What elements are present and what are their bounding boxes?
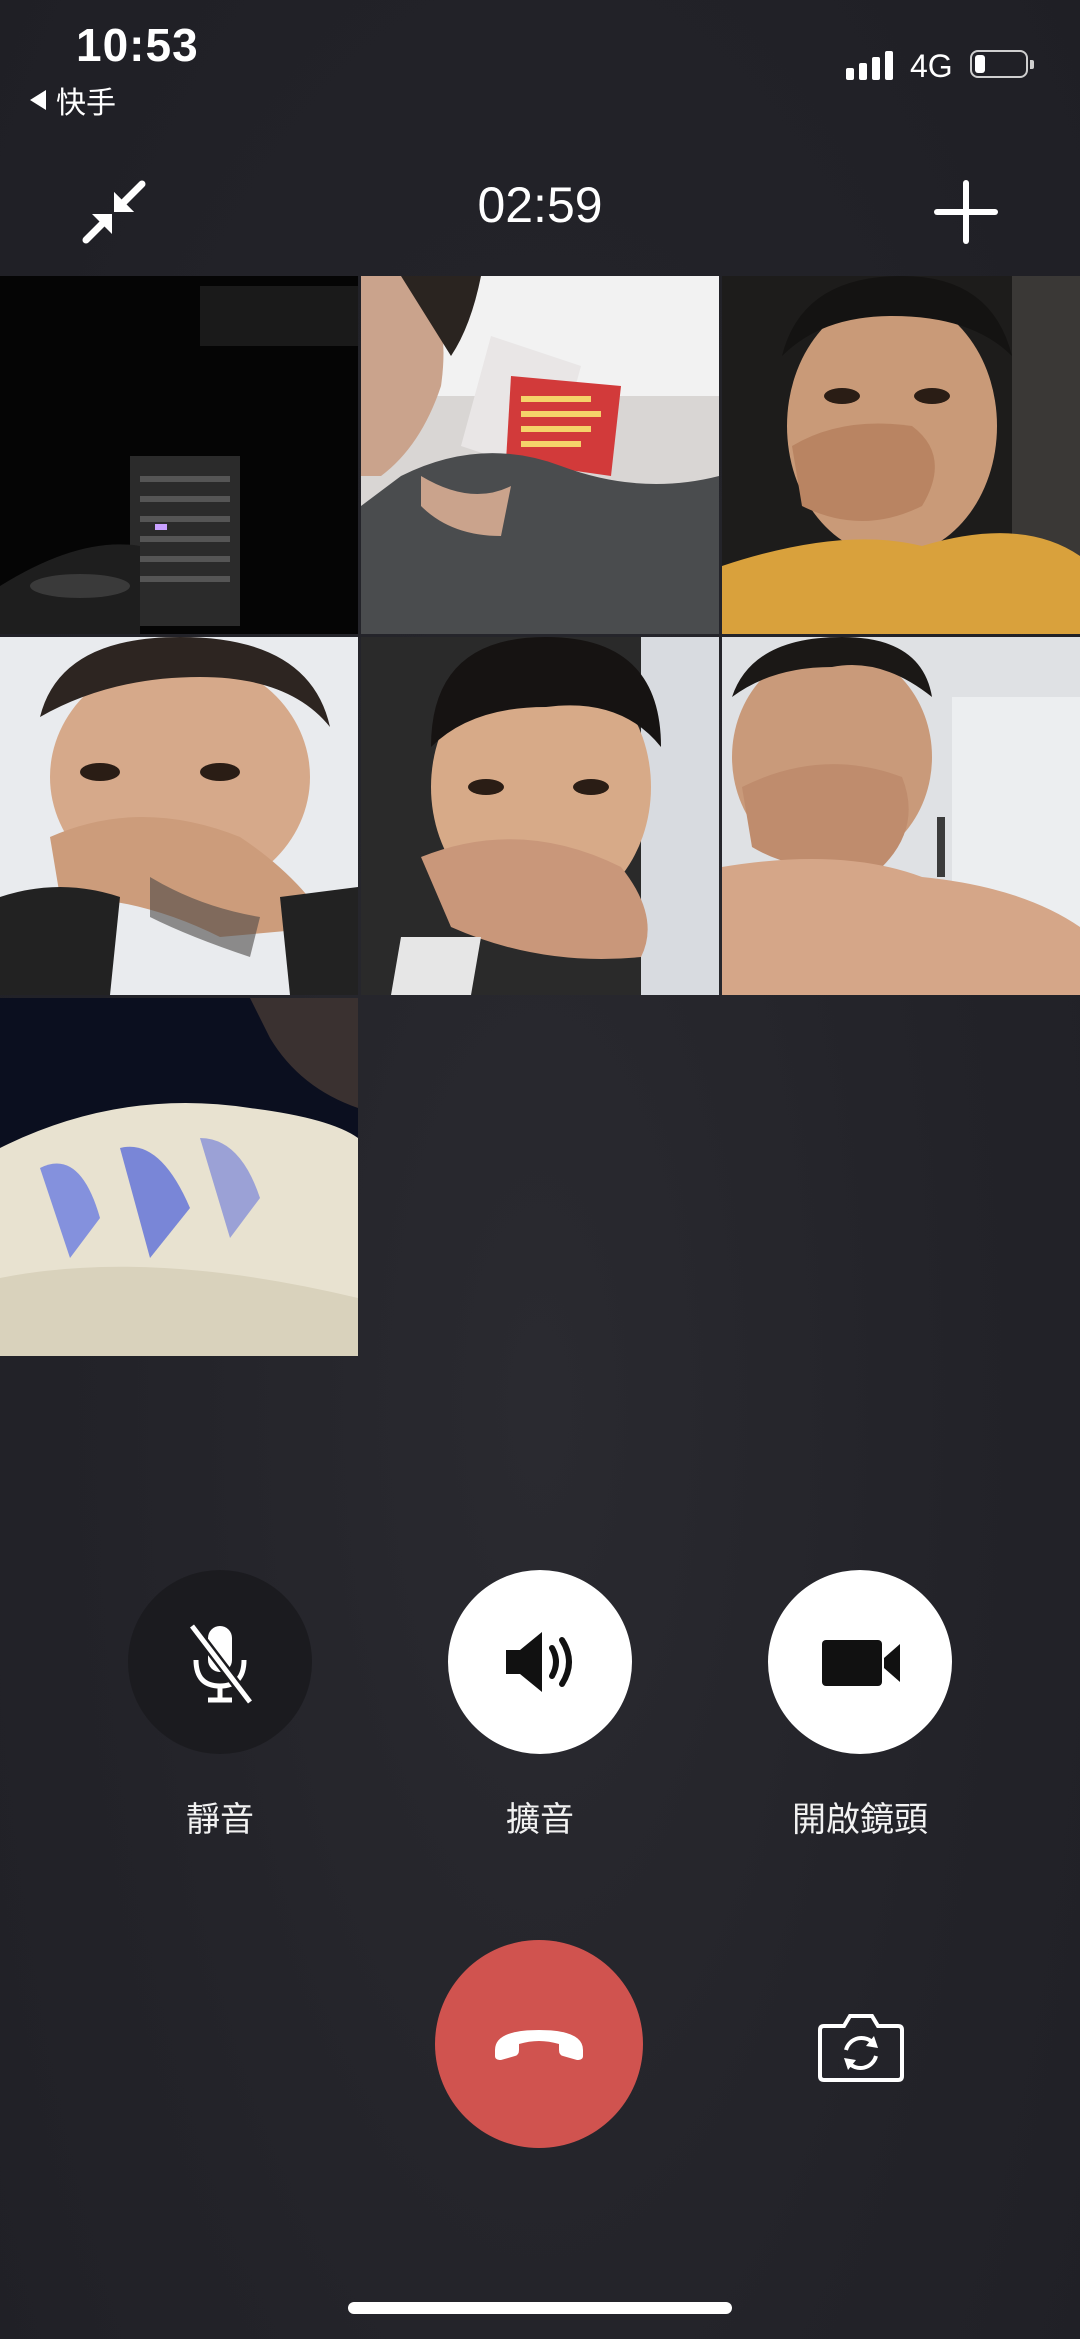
participant-video-7[interactable] xyxy=(0,998,358,1356)
participant-video-6[interactable] xyxy=(722,637,1080,995)
video-grid xyxy=(0,276,1080,1358)
participant-video-3[interactable] xyxy=(722,276,1080,634)
end-call-button[interactable] xyxy=(435,1940,643,2148)
flip-camera-button[interactable] xyxy=(818,2010,904,2082)
back-to-app-link[interactable]: 快手 xyxy=(30,78,116,122)
flip-camera-icon xyxy=(818,2014,904,2082)
participant-video-1[interactable] xyxy=(0,276,358,634)
network-type: 4G xyxy=(910,48,953,84)
cellular-signal-icon xyxy=(846,50,893,80)
speaker-button[interactable] xyxy=(448,1570,632,1754)
home-indicator[interactable] xyxy=(348,2302,732,2314)
participant-video-4[interactable] xyxy=(0,637,358,995)
participant-video-5[interactable] xyxy=(361,637,719,995)
hang-up-icon xyxy=(495,2030,583,2060)
camera-toggle-button[interactable] xyxy=(768,1570,952,1754)
back-triangle-icon xyxy=(30,90,46,110)
mute-label: 靜音 xyxy=(186,1801,254,1839)
video-camera-icon xyxy=(822,1640,900,1686)
back-app-label: 快手 xyxy=(56,87,116,120)
participant-video-2[interactable] xyxy=(361,276,719,634)
mic-off-icon xyxy=(188,1622,254,1706)
status-bar: 10:53 快手 4G xyxy=(0,0,1080,130)
battery-icon xyxy=(970,50,1034,78)
battery-level xyxy=(975,55,985,73)
call-timer: 02:59 xyxy=(477,177,603,233)
mute-control: 靜音 xyxy=(127,1570,313,1841)
speaker-control: 擴音 xyxy=(447,1570,633,1841)
camera-label: 開啟鏡頭 xyxy=(792,1801,928,1839)
add-participant-button[interactable] xyxy=(924,170,1008,254)
camera-control: 開啟鏡頭 xyxy=(767,1570,953,1841)
status-time: 10:53 xyxy=(76,19,199,71)
mute-button[interactable] xyxy=(128,1570,312,1754)
speaker-label: 擴音 xyxy=(506,1801,574,1839)
call-header: 02:59 xyxy=(0,150,1080,270)
speaker-icon xyxy=(506,1632,572,1692)
